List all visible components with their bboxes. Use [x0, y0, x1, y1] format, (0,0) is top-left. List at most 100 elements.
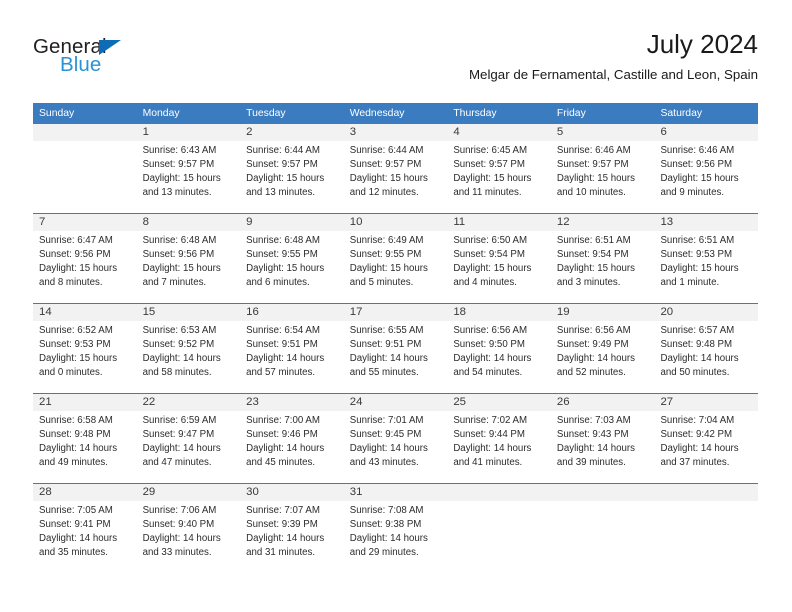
daylight-text-cont: and 37 minutes. [660, 457, 730, 468]
day-cell[interactable]: Sunrise: 6:54 AM Sunset: 9:51 PM Daylight:… [240, 321, 344, 393]
day-number[interactable]: 22 [137, 394, 241, 411]
daylight-text: Daylight: 14 hours [660, 353, 739, 364]
day-cell[interactable]: Sunrise: 6:58 AM Sunset: 9:48 PM Daylight:… [33, 411, 137, 483]
day-cell[interactable]: Sunrise: 6:44 AM Sunset: 9:57 PM Daylight:… [240, 141, 344, 213]
sunset-text: Sunset: 9:42 PM [660, 429, 733, 440]
day-number[interactable]: 3 [344, 124, 448, 141]
sunset-text: Sunset: 9:39 PM [246, 519, 318, 530]
day-number[interactable]: 30 [240, 484, 344, 501]
sunset-text: Sunset: 9:51 PM [349, 339, 422, 350]
day-cell[interactable]: Sunrise: 7:07 AM Sunset: 9:39 PM Daylight:… [240, 501, 344, 573]
page-subtitle-location: Melgar de Fernamental, Castille and Leon… [468, 67, 758, 82]
day-cell[interactable]: Sunrise: 7:08 AM Sunset: 9:38 PM Daylight:… [344, 501, 448, 573]
day-number[interactable]: 26 [551, 394, 655, 411]
daylight-text: Daylight: 14 hours [556, 443, 635, 454]
sunrise-text: Sunrise: 7:00 AM [246, 415, 320, 426]
day-detail-row: Sunrise: 6:58 AM Sunset: 9:48 PM Daylight:… [33, 411, 758, 483]
day-number[interactable]: 27 [654, 394, 758, 411]
day-number[interactable]: 7 [33, 214, 137, 231]
day-cell[interactable]: Sunrise: 6:46 AM Sunset: 9:56 PM Daylight:… [654, 141, 758, 213]
day-number[interactable]: 8 [137, 214, 241, 231]
day-number[interactable]: 20 [654, 304, 758, 321]
day-number[interactable]: 15 [137, 304, 241, 321]
day-number[interactable]: 18 [447, 304, 551, 321]
day-cell[interactable]: Sunrise: 7:03 AM Sunset: 9:43 PM Daylight:… [551, 411, 655, 483]
sunrise-text: Sunrise: 6:46 AM [556, 145, 631, 156]
day-number[interactable]: 14 [33, 304, 137, 321]
day-number[interactable]: 28 [33, 484, 137, 501]
daylight-text-cont: and 50 minutes. [660, 367, 730, 378]
day-cell[interactable]: Sunrise: 7:01 AM Sunset: 9:45 PM Daylight:… [344, 411, 448, 483]
sunrise-text: Sunrise: 7:02 AM [453, 415, 528, 426]
day-number[interactable]: 25 [447, 394, 551, 411]
day-cell[interactable]: Sunrise: 7:05 AM Sunset: 9:41 PM Daylight:… [33, 501, 137, 573]
day-cell[interactable]: Sunrise: 6:57 AM Sunset: 9:48 PM Daylight:… [654, 321, 758, 393]
sunrise-text: Sunrise: 6:49 AM [349, 235, 424, 246]
day-cell[interactable]: Sunrise: 7:02 AM Sunset: 9:44 PM Daylight:… [447, 411, 551, 483]
weekday-header-monday: Monday [142, 108, 180, 119]
sunset-text: Sunset: 9:56 PM [142, 249, 215, 260]
calendar-grid: Sunday Monday Tuesday Wednesday Thursday… [33, 103, 758, 573]
day-cell[interactable]: Sunrise: 7:04 AM Sunset: 9:42 PM Daylight:… [654, 411, 758, 483]
calendar-week-row: 7 8 9 10 11 12 13 Sunrise: 6:47 AM Sunset: 9:56 … [33, 213, 758, 303]
daylight-text: Daylight: 15 hours [660, 263, 739, 274]
day-cell[interactable]: Sunrise: 6:49 AM Sunset: 9:55 PM Daylight:… [344, 231, 448, 303]
day-number[interactable]: 19 [551, 304, 655, 321]
daylight-text: Daylight: 14 hours [246, 443, 325, 454]
day-number[interactable]: 21 [33, 394, 137, 411]
day-number-empty [33, 124, 137, 141]
daylight-text-cont: and 57 minutes. [246, 367, 316, 378]
sunset-text: Sunset: 9:41 PM [39, 519, 111, 530]
day-number[interactable]: 23 [240, 394, 344, 411]
day-cell[interactable]: Sunrise: 6:51 AM Sunset: 9:54 PM Daylight:… [551, 231, 655, 303]
day-cell[interactable]: Sunrise: 7:00 AM Sunset: 9:46 PM Daylight:… [240, 411, 344, 483]
sunset-text: Sunset: 9:54 PM [556, 249, 629, 260]
sunset-text: Sunset: 9:55 PM [246, 249, 318, 260]
day-cell[interactable]: Sunrise: 6:46 AM Sunset: 9:57 PM Daylight:… [551, 141, 655, 213]
day-number[interactable]: 31 [344, 484, 448, 501]
sunrise-text: Sunrise: 7:05 AM [39, 505, 113, 516]
day-cell[interactable]: Sunrise: 6:43 AM Sunset: 9:57 PM Daylight:… [137, 141, 241, 213]
sunset-text: Sunset: 9:51 PM [246, 339, 318, 350]
day-number[interactable]: 13 [654, 214, 758, 231]
day-cell[interactable]: Sunrise: 6:48 AM Sunset: 9:56 PM Daylight:… [137, 231, 241, 303]
day-cell[interactable]: Sunrise: 6:55 AM Sunset: 9:51 PM Daylight:… [344, 321, 448, 393]
day-number-row: 21 22 23 24 25 26 27 [33, 394, 758, 411]
page-title: July 2024 [646, 29, 758, 59]
day-cell-empty [447, 501, 551, 573]
day-number[interactable]: 6 [654, 124, 758, 141]
day-number[interactable]: 16 [240, 304, 344, 321]
day-number[interactable]: 2 [240, 124, 344, 141]
day-number[interactable]: 10 [344, 214, 448, 231]
day-cell[interactable]: Sunrise: 6:59 AM Sunset: 9:47 PM Daylight:… [137, 411, 241, 483]
day-number-empty [551, 484, 655, 501]
day-number[interactable]: 29 [137, 484, 241, 501]
day-cell[interactable]: Sunrise: 6:48 AM Sunset: 9:55 PM Daylight:… [240, 231, 344, 303]
day-number[interactable]: 1 [137, 124, 241, 141]
day-number[interactable]: 12 [551, 214, 655, 231]
day-number[interactable]: 11 [447, 214, 551, 231]
day-number[interactable]: 5 [551, 124, 655, 141]
day-cell[interactable]: Sunrise: 6:47 AM Sunset: 9:56 PM Daylight:… [33, 231, 137, 303]
daylight-text-cont: and 33 minutes. [142, 547, 212, 558]
day-cell[interactable]: Sunrise: 6:50 AM Sunset: 9:54 PM Daylight:… [447, 231, 551, 303]
day-number[interactable]: 9 [240, 214, 344, 231]
day-cell[interactable]: Sunrise: 6:56 AM Sunset: 9:50 PM Daylight:… [447, 321, 551, 393]
day-number[interactable]: 24 [344, 394, 448, 411]
day-cell[interactable]: Sunrise: 7:06 AM Sunset: 9:40 PM Daylight:… [137, 501, 241, 573]
daylight-text-cont: and 31 minutes. [246, 547, 316, 558]
day-cell[interactable]: Sunrise: 6:52 AM Sunset: 9:53 PM Daylight:… [33, 321, 137, 393]
generalblue-logo[interactable]: General Blue [33, 36, 213, 86]
day-cell[interactable]: Sunrise: 6:44 AM Sunset: 9:57 PM Daylight:… [344, 141, 448, 213]
day-number[interactable]: 4 [447, 124, 551, 141]
day-number[interactable]: 17 [344, 304, 448, 321]
weekday-header-friday: Friday [556, 108, 586, 119]
day-cell[interactable]: Sunrise: 6:53 AM Sunset: 9:52 PM Daylight:… [137, 321, 241, 393]
sunset-text: Sunset: 9:55 PM [349, 249, 422, 260]
day-detail-row: Sunrise: 6:47 AM Sunset: 9:56 PM Daylight:… [33, 231, 758, 303]
sunset-text: Sunset: 9:52 PM [142, 339, 215, 350]
sunrise-text: Sunrise: 6:47 AM [39, 235, 113, 246]
day-cell[interactable]: Sunrise: 6:51 AM Sunset: 9:53 PM Daylight:… [654, 231, 758, 303]
day-cell[interactable]: Sunrise: 6:56 AM Sunset: 9:49 PM Daylight:… [551, 321, 655, 393]
day-cell[interactable]: Sunrise: 6:45 AM Sunset: 9:57 PM Daylight:… [447, 141, 551, 213]
